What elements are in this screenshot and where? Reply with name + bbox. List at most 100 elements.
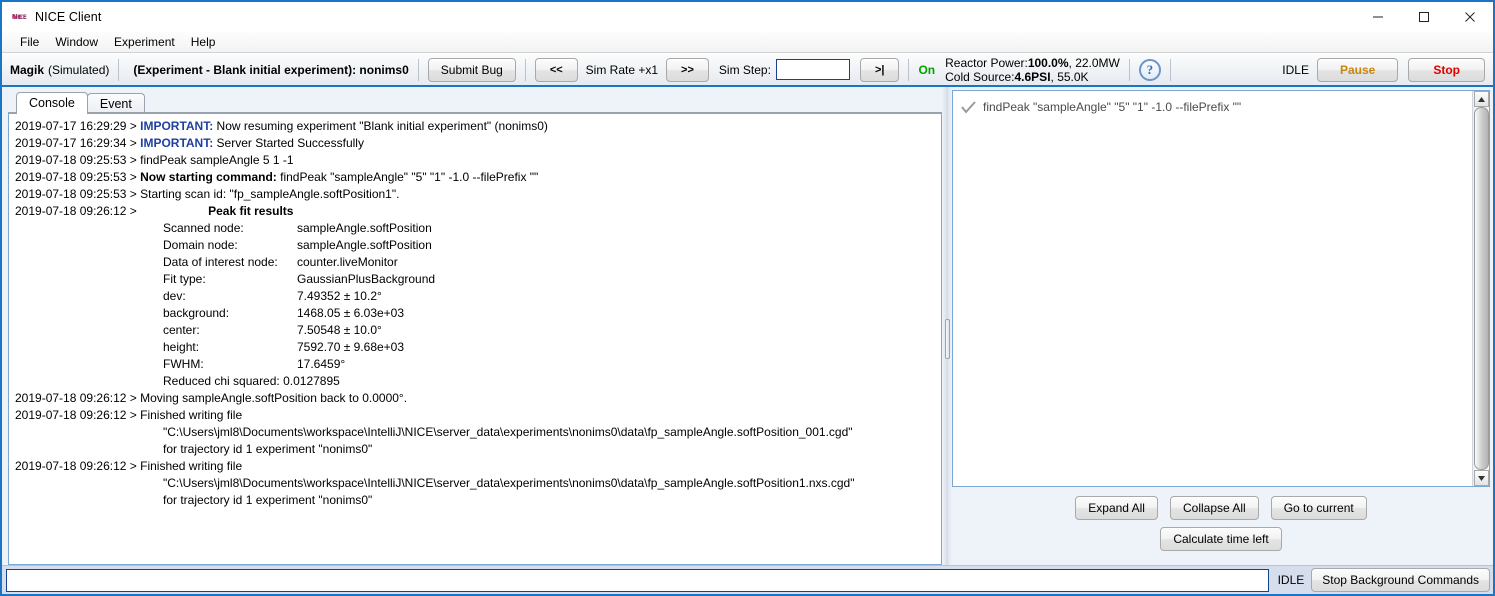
console-output[interactable]: 2019-07-17 16:29:29 > IMPORTANT: Now res… (8, 113, 942, 565)
peak-fit-key: Domain node: (163, 238, 238, 252)
toolbar-separator-1 (118, 58, 120, 81)
instrument-mode: (Simulated) (48, 62, 110, 77)
calculate-time-left-button[interactable]: Calculate time left (1160, 527, 1282, 551)
split-pane-grip[interactable] (945, 319, 950, 359)
stop-button[interactable]: Stop (1408, 57, 1485, 82)
maximize-icon[interactable] (1401, 2, 1447, 32)
peak-fit-value: 0.0127895 (279, 374, 340, 388)
log-message: Finished writing file (140, 408, 243, 422)
toolbar-separator-5 (1128, 58, 1130, 81)
peak-fit-row: height: 7592.70 ± 9.68e+03 (15, 339, 941, 356)
peak-fit-key: background: (163, 306, 230, 320)
split-pane-divider[interactable] (942, 87, 952, 565)
command-tree-row-label: findPeak "sampleAngle" "5" "1" -1.0 --fi… (983, 100, 1242, 114)
stop-background-commands-button[interactable]: Stop Background Commands (1311, 568, 1490, 592)
menu-item-window[interactable]: Window (47, 33, 106, 52)
log-message: findPeak sampleAngle 5 1 -1 (140, 153, 294, 167)
menu-bar: File Window Experiment Help (2, 32, 1493, 53)
menu-item-file[interactable]: File (12, 33, 47, 52)
peak-fit-key: dev: (163, 289, 186, 303)
log-message: Now resuming experiment "Blank initial e… (213, 119, 548, 133)
peak-fit-key: center: (163, 323, 200, 337)
console-pane: Console Event 2019-07-17 16:29:29 > IMPO… (2, 87, 942, 565)
log-timestamp: 2019-07-18 09:26:12 > (15, 204, 141, 218)
peak-fit-value: sampleAngle.softPosition (297, 238, 432, 252)
peak-fit-key: Data of interest node: (163, 255, 278, 269)
minimize-icon[interactable] (1355, 2, 1401, 32)
console-tabstrip: Console Event (8, 91, 942, 114)
scrollbar-thumb[interactable] (1473, 107, 1489, 470)
scroll-up-icon[interactable] (1473, 91, 1489, 107)
tab-event[interactable]: Event (86, 93, 145, 114)
console-log-lines: 2019-07-17 16:29:29 > IMPORTANT: Now res… (9, 114, 941, 509)
console-log-continuation: for trajectory id 1 experiment "nonims0" (163, 442, 373, 456)
submit-bug-button[interactable]: Submit Bug (427, 57, 516, 82)
sim-rate-decrease-button[interactable]: << (534, 57, 578, 82)
reactor-power-value: 100.0% (1027, 55, 1069, 70)
console-log-line: 2019-07-18 09:26:12 > Moving sampleAngle… (15, 390, 941, 407)
peak-fit-row: Reduced chi squared: 0.0127895 (15, 373, 941, 390)
bottom-bar: IDLE Stop Background Commands (2, 565, 1493, 594)
console-log-line: 2019-07-18 09:25:53 > Starting scan id: … (15, 186, 941, 203)
collapse-all-button[interactable]: Collapse All (1169, 496, 1259, 520)
facility-status: Reactor Power:100.0%, 22.0MW Cold Source… (945, 56, 1120, 84)
scroll-down-icon[interactable] (1473, 470, 1489, 486)
peak-fit-header-line: 2019-07-18 09:26:12 > Peak fit results (15, 203, 941, 220)
peak-fit-value: counter.liveMonitor (297, 255, 398, 269)
command-tree-row[interactable]: findPeak "sampleAngle" "5" "1" -1.0 --fi… (959, 97, 1472, 117)
sim-step-label: Sim Step: (718, 62, 771, 77)
peak-fit-row: Scanned node: sampleAngle.softPosition (15, 220, 941, 237)
instrument-name: Magik (10, 62, 45, 77)
menu-item-help[interactable]: Help (183, 33, 224, 52)
console-log-line: 2019-07-18 09:25:53 > Now starting comma… (15, 169, 941, 186)
command-tree-scrollbar[interactable] (1472, 91, 1489, 486)
toolbar-separator-4 (908, 58, 910, 81)
content-area: Console Event 2019-07-17 16:29:29 > IMPO… (2, 87, 1493, 565)
peak-fit-row: FWHM: 17.6459° (15, 356, 941, 373)
sim-step-go-button[interactable]: >| (859, 57, 900, 82)
tab-console[interactable]: Console (16, 92, 88, 114)
peak-fit-row: Fit type: GaussianPlusBackground (15, 271, 941, 288)
title-bar: ✢✣ NICE NICE Client (2, 2, 1493, 32)
application-window: ✢✣ NICE NICE Client File Window Experimen… (0, 0, 1495, 596)
log-timestamp: 2019-07-18 09:26:12 > (15, 391, 141, 405)
toolbar-separator-3 (524, 58, 526, 81)
log-timestamp: 2019-07-18 09:25:53 > (15, 170, 141, 184)
help-icon[interactable]: ? (1138, 58, 1161, 81)
console-log-line: 2019-07-17 16:29:34 > IMPORTANT: Server … (15, 135, 941, 152)
console-log-continuation: "C:\Users\jml8\Documents\workspace\Intel… (163, 476, 855, 490)
sim-rate-label: Sim Rate +x1 (585, 62, 659, 77)
window-title: NICE Client (35, 10, 102, 24)
sim-step-input[interactable] (775, 59, 850, 80)
menu-item-experiment[interactable]: Experiment (106, 33, 183, 52)
command-tree-pane: findPeak "sampleAngle" "5" "1" -1.0 --fi… (952, 87, 1493, 565)
console-log-line: 2019-07-17 16:29:29 > IMPORTANT: Now res… (15, 118, 941, 135)
log-tag: Now starting command: (140, 170, 277, 184)
peak-fit-key: FWHM: (163, 357, 204, 371)
close-icon[interactable] (1447, 2, 1493, 32)
console-log-line: 2019-07-18 09:26:12 > Finished writing f… (15, 407, 941, 424)
scrollbar-track[interactable] (1473, 107, 1489, 470)
console-log-line: 2019-07-18 09:25:53 > findPeak sampleAng… (15, 152, 941, 169)
sim-rate-increase-button[interactable]: >> (666, 57, 709, 82)
peak-fit-row: dev: 7.49352 ± 10.2° (15, 288, 941, 305)
command-tree-rows: findPeak "sampleAngle" "5" "1" -1.0 --fi… (953, 91, 1472, 486)
expand-all-button[interactable]: Expand All (1075, 496, 1158, 520)
cold-source-value: 4.6PSI (1014, 69, 1051, 84)
pause-button[interactable]: Pause (1316, 57, 1399, 82)
command-input[interactable] (6, 568, 1269, 592)
experiment-name: (Experiment - Blank initial experiment):… (133, 62, 409, 77)
peak-fit-value: 7592.70 ± 9.68e+03 (297, 340, 405, 354)
go-to-current-button[interactable]: Go to current (1270, 496, 1367, 520)
reactor-power-row: Reactor Power:100.0%, 22.0MW (945, 56, 1120, 70)
toolbar-separator-2 (417, 58, 419, 81)
peak-fit-row: Data of interest node: counter.liveMonito… (15, 254, 941, 271)
toolbar-separator-6 (1169, 58, 1171, 81)
instrument-label: Magik (Simulated) (6, 63, 109, 77)
console-log-continuation: "C:\Users\jml8\Documents\workspace\Intel… (163, 425, 853, 439)
log-timestamp: 2019-07-18 09:25:53 > (15, 153, 141, 167)
check-icon (959, 99, 977, 115)
peak-fit-value: GaussianPlusBackground (297, 272, 436, 286)
peak-fit-row: background: 1468.05 ± 6.03e+03 (15, 305, 941, 322)
log-tag: IMPORTANT: (140, 136, 214, 150)
